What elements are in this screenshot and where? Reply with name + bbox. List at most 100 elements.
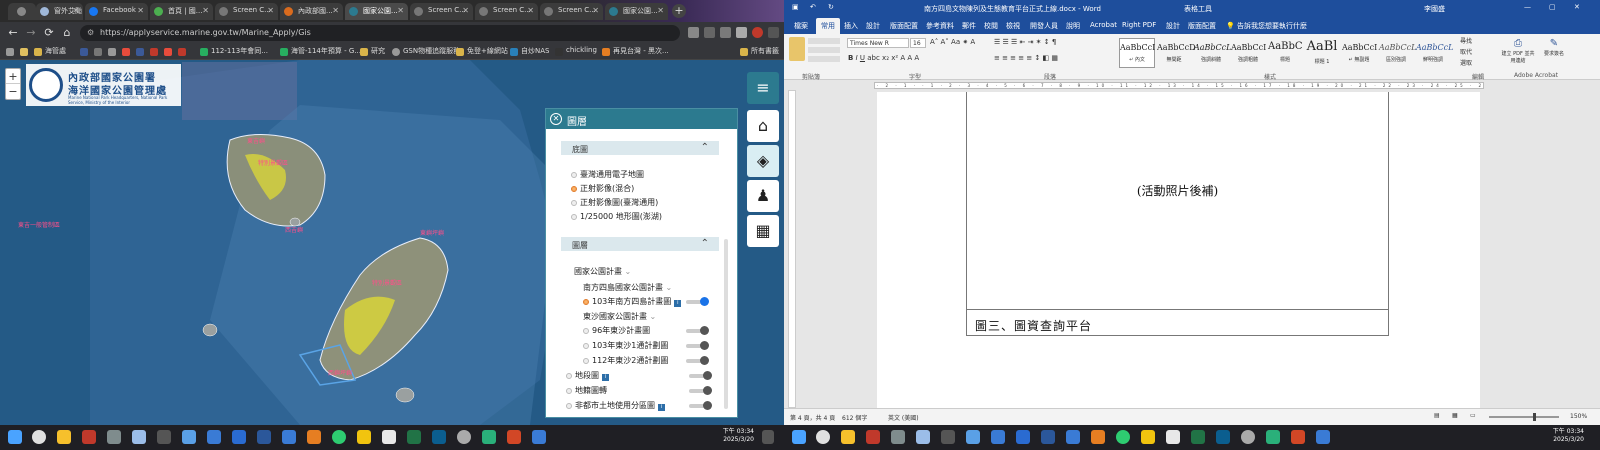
- tab-view[interactable]: 檢視: [1006, 21, 1020, 31]
- replace-button[interactable]: 取代: [1460, 47, 1472, 58]
- zoom-in-button[interactable]: +: [6, 69, 20, 84]
- close-icon[interactable]: ✕: [397, 6, 404, 15]
- line-icon[interactable]: [1116, 430, 1130, 444]
- style-subtle-emphasis[interactable]: AaBbCcL 區別強調: [1378, 38, 1416, 68]
- bookmark-folder-icon[interactable]: [20, 46, 31, 58]
- layer-item[interactable]: 103年東沙1通計劃圖: [583, 340, 668, 351]
- layer-panel-scrollbar[interactable]: [724, 239, 728, 409]
- undo-icon[interactable]: ↶: [810, 3, 816, 11]
- bookmark-item[interactable]: chickling: [555, 46, 597, 58]
- extension-icon[interactable]: [688, 27, 699, 38]
- bookmark-icon-row[interactable]: [164, 46, 175, 58]
- home-icon[interactable]: ⌂: [60, 26, 74, 40]
- horizontal-ruler[interactable]: · 2 · 1 · · 1 · 2 · 3 · 4 · 5 · 6 · 7 · …: [784, 80, 1600, 90]
- redo-icon[interactable]: ↻: [828, 3, 834, 11]
- vscode-icon[interactable]: [1066, 430, 1080, 444]
- table-cell-caption[interactable]: 圖三、圖資查詢平台: [966, 310, 1389, 336]
- tab-active[interactable]: 國家公園... ✕: [345, 3, 408, 20]
- radio-icon[interactable]: [583, 328, 589, 334]
- figure-caption[interactable]: 圖三、圖資查詢平台: [975, 317, 1092, 334]
- maximize-icon[interactable]: ▢: [1549, 3, 1556, 11]
- bookmark-item[interactable]: 再見台灣 - 黑次...: [602, 46, 669, 58]
- find-button[interactable]: 尋找: [1460, 36, 1472, 47]
- layer-item[interactable]: 地籍圖轉: [566, 385, 607, 396]
- web-layout-icon[interactable]: ▭: [1470, 412, 1476, 419]
- tab-search-icon[interactable]: [8, 3, 36, 20]
- site-info-icon[interactable]: ⚙: [87, 28, 94, 37]
- extension-icon[interactable]: [720, 27, 731, 38]
- menu-button[interactable]: ≡: [747, 72, 779, 104]
- taskbar-app-icon[interactable]: [107, 430, 121, 444]
- chrome-icon[interactable]: [816, 430, 830, 444]
- tab-review[interactable]: 校閱: [984, 21, 998, 31]
- reload-icon[interactable]: ⟳: [42, 26, 56, 40]
- print-layout-icon[interactable]: ▦: [1452, 412, 1458, 419]
- excel-icon[interactable]: [407, 430, 421, 444]
- bookmark-icon-row[interactable]: [80, 46, 91, 58]
- system-clock[interactable]: 下午 03:34 2025/3/20: [710, 428, 754, 444]
- layer-toggle[interactable]: [686, 341, 709, 350]
- start-icon[interactable]: [792, 430, 806, 444]
- tab-7[interactable]: Screen C... ✕: [410, 3, 473, 20]
- basemap-section-header[interactable]: 底圖 ⌃: [561, 141, 719, 155]
- photo-placeholder-text[interactable]: (活動照片後補): [967, 182, 1388, 199]
- person-button[interactable]: ♟: [747, 180, 779, 212]
- word-count[interactable]: 612 個字: [842, 413, 867, 422]
- format-painter-icon[interactable]: [808, 56, 840, 62]
- bookmark-icon-row[interactable]: [94, 46, 105, 58]
- tab-table-layout[interactable]: 版面配置: [1188, 21, 1216, 31]
- radio-icon[interactable]: [571, 214, 577, 220]
- zoom-level[interactable]: 150%: [1570, 413, 1587, 420]
- tab-4[interactable]: Screen C... ✕: [215, 3, 278, 20]
- info-icon[interactable]: i: [674, 300, 682, 307]
- layer-group[interactable]: 國家公園計畫 ⌄: [574, 266, 631, 277]
- outlook-icon[interactable]: [1216, 430, 1230, 444]
- taskbar-app-icon[interactable]: [382, 430, 396, 444]
- download-icon[interactable]: [736, 27, 747, 38]
- info-icon[interactable]: i: [658, 404, 665, 411]
- bookmark-icon-row[interactable]: [136, 46, 147, 58]
- radio-icon[interactable]: [566, 403, 572, 409]
- bookmark-folder[interactable]: 研究: [360, 46, 385, 58]
- close-icon[interactable]: ✕: [550, 113, 562, 125]
- tab-8[interactable]: Screen C... ✕: [475, 3, 538, 20]
- word-icon[interactable]: [1041, 430, 1055, 444]
- chrome-icon[interactable]: [32, 430, 46, 444]
- new-tab-button[interactable]: +: [672, 4, 686, 18]
- tab-home[interactable]: 常用: [816, 18, 840, 34]
- style-heading-1[interactable]: AaBl 標題 1: [1304, 38, 1340, 68]
- style-title[interactable]: AaBbC 標題: [1267, 38, 1303, 68]
- close-icon[interactable]: ✕: [72, 6, 79, 15]
- style-subtitle[interactable]: AaBbCcI ↵ 無副題: [1341, 38, 1377, 68]
- tab-3[interactable]: 首頁 | 國... ✕: [150, 3, 213, 20]
- extension-icon[interactable]: [704, 27, 715, 38]
- request-signature-button[interactable]: ✎ 要求簽名: [1539, 38, 1569, 57]
- excel-icon[interactable]: [1191, 430, 1205, 444]
- line-icon[interactable]: [332, 430, 346, 444]
- taskbar-app-icon[interactable]: [891, 430, 905, 444]
- tab-design[interactable]: 設計: [866, 21, 880, 31]
- taskbar-app-icon[interactable]: [1166, 430, 1180, 444]
- layer-subgroup[interactable]: 東沙國家公園計畫 ⌄: [583, 311, 656, 322]
- tab-references[interactable]: 參考資料: [926, 21, 954, 31]
- taskbar-app-icon[interactable]: [941, 430, 955, 444]
- copy-icon[interactable]: [808, 47, 840, 53]
- close-icon[interactable]: ✕: [527, 6, 534, 15]
- outlook-icon[interactable]: [232, 430, 246, 444]
- settings-icon[interactable]: [1241, 430, 1255, 444]
- radio-icon[interactable]: [566, 388, 572, 394]
- tab-acrobat[interactable]: Acrobat: [1090, 21, 1117, 29]
- taskbar-app-icon[interactable]: [532, 430, 546, 444]
- basemap-option-selected[interactable]: 正射影像(混合): [571, 183, 634, 194]
- layers-section-header[interactable]: 圖層 ⌃: [561, 237, 719, 251]
- style-normal[interactable]: AaBbCcI ↵ 內文: [1119, 38, 1155, 68]
- layer-toggle[interactable]: [689, 401, 712, 410]
- gis-map[interactable]: + − 內政部國家公園署 海洋國家公園管理處 Marine National P…: [0, 60, 800, 425]
- tab-5[interactable]: 內政部國... ✕: [280, 3, 343, 20]
- tab-file[interactable]: 檔案: [794, 21, 808, 31]
- bookmark-icon-row[interactable]: [108, 46, 119, 58]
- bookmark-folder[interactable]: 免登+線網站: [456, 46, 508, 58]
- layer-toggle[interactable]: [686, 297, 709, 306]
- radio-icon[interactable]: [571, 172, 577, 178]
- layer-item[interactable]: 103年南方四島計畫圖 i: [583, 296, 682, 307]
